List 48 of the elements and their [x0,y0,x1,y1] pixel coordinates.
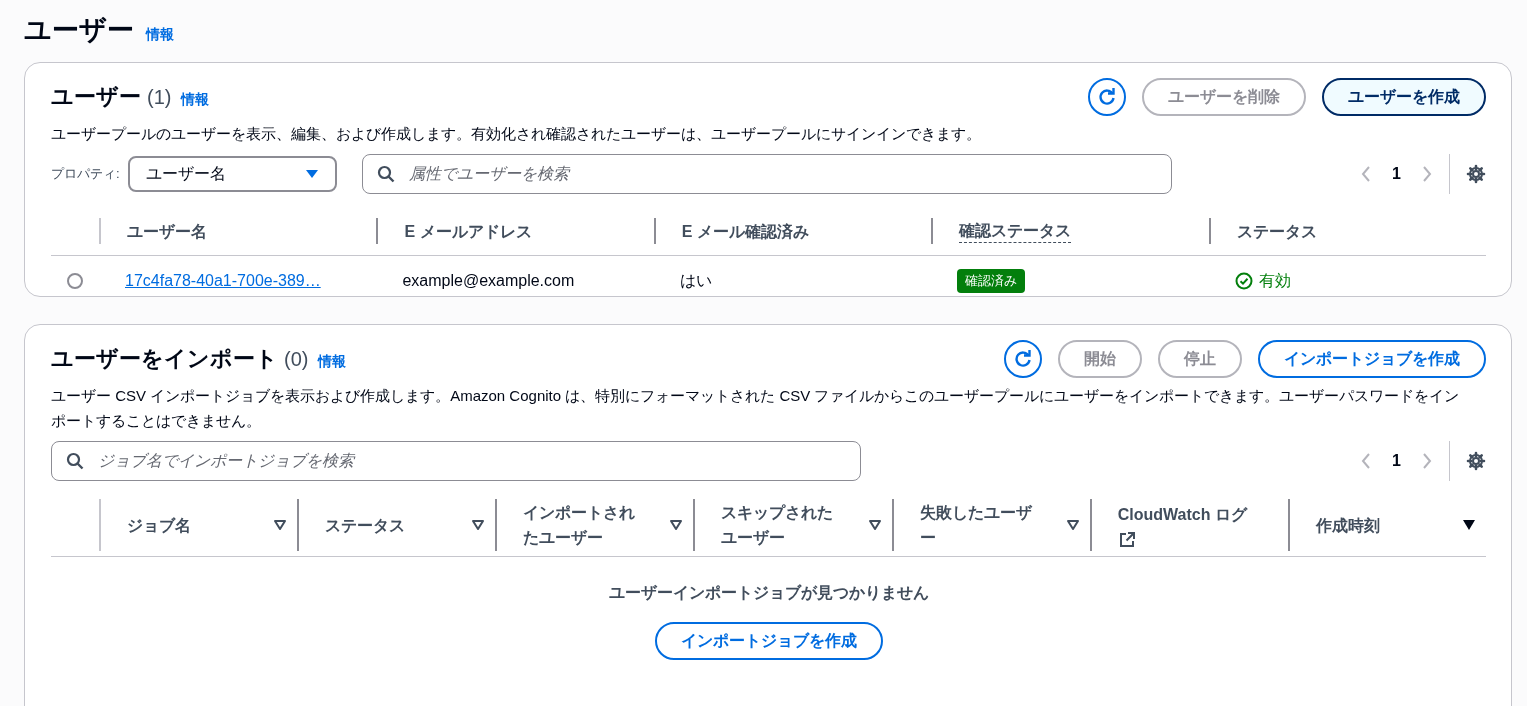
table-cell: example@example.com [402,272,575,290]
column-header[interactable]: 確認ステータス [959,219,1072,243]
search-field[interactable]: 属性でユーザーを検索 [361,154,1172,194]
column-header[interactable]: インポートされたユーザー [523,500,649,550]
property-label: プロパティ: [51,165,120,183]
column-header[interactable]: 失敗したユーザー [919,500,1045,550]
status-text: 有効 [1258,270,1291,291]
section-title: ユーザーをインポート [51,345,278,373]
column-header[interactable]: ジョブ名 [127,512,191,538]
username-link[interactable]: 17c4fa78-40a1-700e-389… [125,272,321,290]
table-cell-text: はい [679,270,712,291]
external-link-icon[interactable] [1117,530,1136,549]
section-description: ユーザープールのユーザーを表示、編集、および作成します。有効化され確認されたユーザーは、ユーザープールにサインインできます。 [51,124,982,144]
info-link[interactable]: 情報 [181,91,210,109]
action-button[interactable]: ユーザーを作成 [1322,78,1486,116]
column-header[interactable]: スキップされたユーザー [721,500,847,550]
page-title: ユーザー [24,14,134,47]
search-field[interactable]: ジョブ名でインポートジョブを検索 [51,441,861,481]
empty-message: ユーザーインポートジョブが見つかりません [608,583,929,603]
settings-icon[interactable] [1466,164,1486,184]
column-header[interactable]: ステータス [325,512,406,538]
settings-icon[interactable] [1466,451,1486,471]
status-badge: 確認済み [957,269,1026,293]
column-header: ステータス [1236,221,1317,242]
item-count: (0) [284,348,309,371]
refresh-button[interactable] [1088,78,1126,116]
create-import-job-button[interactable]: インポートジョブを作成 [654,622,883,660]
column-header[interactable]: 作成時刻 [1315,512,1380,538]
section-description: ユーザー CSV インポートジョブを表示および作成します。Amazon Cognito は、特別にフォーマットされた CSV ファイルからこのユーザープールにユーザーをインポートできます。ユーザーパスワードをインポートすることはできません。 [51,386,1461,431]
page-number[interactable]: 1 [1392,165,1401,183]
property-select[interactable]: ユーザー名 [127,156,337,192]
column-header: ユーザー名 [127,221,207,242]
search-icon [66,452,84,470]
info-link[interactable]: 情報 [146,26,174,44]
refresh-icon [1013,349,1033,369]
page-number[interactable]: 1 [1392,452,1401,470]
column-header: CloudWatch ログ [1117,504,1247,525]
item-count: (1) [147,86,172,109]
caret-down-icon [304,169,319,179]
section-title: ユーザー [51,83,141,111]
refresh-button[interactable] [1004,340,1042,378]
refresh-icon [1097,87,1117,107]
row-radio[interactable] [67,273,83,289]
search-icon [376,165,395,183]
info-link[interactable]: 情報 [318,353,347,371]
column-header: E メールアドレス [404,221,532,242]
column-header: E メール確認済み [681,221,809,242]
action-button[interactable]: インポートジョブを作成 [1258,340,1486,378]
